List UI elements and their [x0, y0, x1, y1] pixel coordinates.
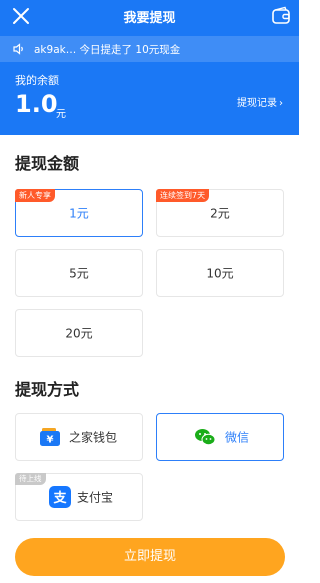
- pending-tag: 待上线: [15, 473, 46, 485]
- balance-label: 我的余额: [15, 74, 59, 87]
- amount-tag: 连续签到7天: [156, 189, 210, 202]
- speaker-icon: [13, 43, 23, 55]
- method-option-wallet[interactable]: ¥ 之家钱包: [15, 413, 143, 461]
- method-label: 微信: [225, 430, 250, 445]
- amount-label: 5元: [69, 266, 89, 281]
- header: 我要提现 ak9ak… 今日提走了 10元现金 我的余额 1.0 元 提现记录 ›: [0, 0, 299, 135]
- submit-button[interactable]: 立即提现: [15, 538, 285, 576]
- amount-label: 20元: [65, 326, 93, 341]
- notice-text: ak9ak… 今日提走了 10元现金: [34, 44, 181, 56]
- wallet-icon[interactable]: [271, 6, 291, 26]
- amount-label: 10元: [206, 266, 234, 281]
- notice-bar: ak9ak… 今日提走了 10元现金: [0, 36, 299, 62]
- amount-label: 2元: [210, 206, 230, 221]
- alipay-icon: 支: [49, 486, 71, 508]
- page-title: 我要提现: [123, 11, 176, 26]
- records-link[interactable]: 提现记录 ›: [237, 94, 283, 109]
- amount-option-1[interactable]: 新人专享 1元: [15, 189, 143, 237]
- chevron-right-icon: ›: [279, 98, 283, 109]
- amount-label: 1元: [69, 206, 89, 221]
- method-label: 之家钱包: [69, 430, 118, 445]
- wallet-icon: ¥: [40, 428, 60, 446]
- svg-text:支: 支: [52, 490, 67, 506]
- balance-amount: 1.0: [15, 90, 58, 118]
- wechat-icon: [195, 429, 216, 446]
- method-section-title: 提现方式: [15, 380, 80, 399]
- amount-option-20[interactable]: 20元: [15, 309, 143, 357]
- method-option-wechat[interactable]: 微信: [156, 413, 284, 461]
- records-link-label: 提现记录: [237, 98, 277, 109]
- amount-section-title: 提现金额: [15, 154, 80, 173]
- method-option-alipay[interactable]: 待上线 支 支付宝: [15, 473, 143, 521]
- method-label: 支付宝: [77, 490, 114, 505]
- svg-text:¥: ¥: [47, 435, 54, 446]
- amount-option-10[interactable]: 10元: [156, 249, 284, 297]
- balance-unit: 元: [56, 109, 66, 120]
- amount-tag: 新人专享: [15, 189, 55, 202]
- amount-option-2[interactable]: 连续签到7天 2元: [156, 189, 284, 237]
- amount-option-5[interactable]: 5元: [15, 249, 143, 297]
- nav-bar: 我要提现: [0, 0, 299, 34]
